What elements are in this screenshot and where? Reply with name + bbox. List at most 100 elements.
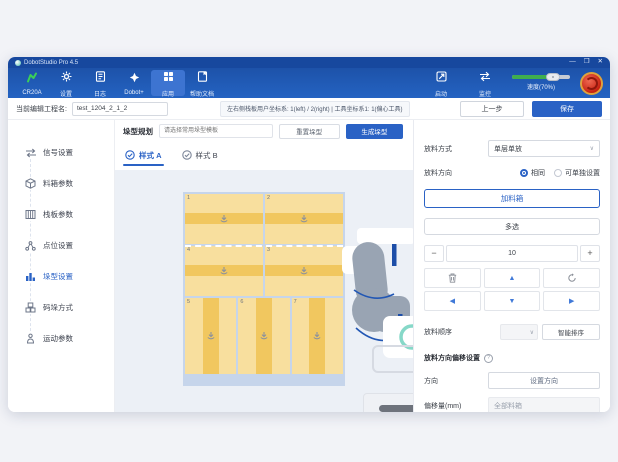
stepper-plus-button[interactable]: + bbox=[580, 245, 600, 262]
place-arrow-icon bbox=[313, 332, 321, 340]
place-method-select[interactable]: 单层单放 ∨ bbox=[488, 140, 600, 157]
nav-item-help-docs[interactable]: 帮助文档 bbox=[185, 68, 219, 98]
nav-item-apps[interactable]: 应用 bbox=[151, 69, 185, 98]
radio-same-direction[interactable]: 相同 bbox=[520, 168, 545, 178]
help-icon[interactable]: ? bbox=[484, 353, 493, 363]
layout-editor: 垛型规划 重置垛型 生成垛型 样式 A 样式 B bbox=[115, 120, 413, 412]
pallet-box[interactable]: 3 bbox=[265, 246, 343, 296]
conveyor-belt bbox=[379, 405, 413, 412]
offset-amount-label: 偏移量(mm) bbox=[424, 402, 462, 410]
chevron-down-icon: ∨ bbox=[589, 146, 594, 152]
app-window: DobotStudio Pro 4.5 — ❐ ✕ CR20A 设置 日志 Do… bbox=[8, 57, 610, 412]
sidebar-item-motion-params[interactable]: 运动参数 bbox=[8, 323, 114, 354]
nav-item-dobot-plus[interactable]: Dobot+ bbox=[117, 68, 151, 98]
speed-control: 速度(70%) bbox=[512, 73, 570, 91]
nav-item-settings[interactable]: 设置 bbox=[49, 68, 83, 98]
sidebar-item-pallet-params[interactable]: 栈板参数 bbox=[8, 199, 114, 230]
window-title: DobotStudio Pro 4.5 bbox=[24, 59, 79, 66]
pattern-plan-label: 垛型规划 bbox=[123, 126, 153, 136]
nav-monitor-button[interactable]: 监控 bbox=[468, 69, 502, 98]
nav-start-button[interactable]: 启动 bbox=[424, 69, 458, 98]
step-sidebar: 信号设置 料箱参数 栈板参数 点位设置 垛型设置 码垛方式 运动参数 bbox=[8, 120, 115, 412]
waypoints-icon bbox=[24, 239, 37, 252]
radio-dot-icon bbox=[520, 169, 528, 177]
sidebar-item-stack-pattern[interactable]: 垛型设置 bbox=[8, 261, 114, 292]
close-button[interactable]: ✕ bbox=[598, 59, 603, 66]
reset-pattern-button[interactable]: 重置垛型 bbox=[278, 123, 340, 139]
stepper-value[interactable]: 10 bbox=[446, 245, 578, 262]
place-arrow-icon bbox=[300, 267, 308, 275]
robot-arm-illustration bbox=[342, 228, 413, 373]
move-right-button[interactable]: ▶ bbox=[543, 291, 600, 311]
pallet-box[interactable]: 6 bbox=[238, 298, 290, 374]
tab-style-a[interactable]: 样式 A bbox=[123, 142, 163, 168]
apps-grid-icon bbox=[163, 69, 174, 87]
offset-target-field: 全部料箱 bbox=[488, 397, 600, 412]
emergency-stop-button[interactable] bbox=[580, 71, 603, 95]
check-circle-icon bbox=[125, 150, 135, 160]
place-direction-label: 放料方向 bbox=[424, 170, 452, 177]
settings-panel: 放料方式 单层单放 ∨ 放料方向 相同 可单独设置 加料箱 多选 − 10 + … bbox=[413, 120, 610, 412]
place-arrow-icon bbox=[260, 332, 268, 340]
project-name-label: 当前编辑工程名: bbox=[16, 105, 67, 113]
pallet-box[interactable]: 4 bbox=[185, 246, 263, 296]
gear-icon bbox=[61, 69, 72, 87]
bar-stack-icon bbox=[24, 270, 37, 283]
move-down-button[interactable]: ▼ bbox=[483, 291, 541, 311]
delete-button[interactable] bbox=[424, 268, 481, 288]
restore-button[interactable]: ❐ bbox=[584, 59, 590, 66]
rotate-button[interactable] bbox=[543, 268, 600, 288]
stacked-boxes-icon bbox=[24, 301, 37, 314]
pattern-plan-row: 垛型规划 重置垛型 生成垛型 bbox=[115, 120, 413, 142]
nav-robot-model[interactable]: CR20A bbox=[15, 68, 49, 98]
previous-step-button[interactable]: 上一步 bbox=[460, 100, 524, 117]
robot-arm-icon bbox=[26, 70, 38, 88]
pallet-box[interactable]: 5 bbox=[185, 298, 237, 374]
place-arrow-icon bbox=[220, 215, 228, 223]
check-circle-icon bbox=[181, 150, 192, 160]
project-name-input[interactable] bbox=[71, 101, 168, 116]
generate-pattern-button[interactable]: 生成垛型 bbox=[345, 123, 403, 139]
sidebar-item-box-params[interactable]: 料箱参数 bbox=[8, 168, 114, 199]
place-order-label: 放料顺序 bbox=[424, 329, 452, 336]
log-document-icon bbox=[95, 69, 106, 87]
add-box-button[interactable]: 加料箱 bbox=[424, 189, 600, 208]
move-up-button[interactable]: ▲ bbox=[483, 268, 541, 288]
set-direction-button[interactable]: 设置方向 bbox=[488, 372, 600, 389]
order-select-disabled[interactable]: ∨ bbox=[500, 324, 538, 340]
title-bar: DobotStudio Pro 4.5 — ❐ ✕ bbox=[8, 57, 610, 68]
radio-individual-direction[interactable]: 可单独设置 bbox=[554, 168, 600, 178]
coordinate-info: 左右侧栈板用户坐标系: 1(left) / 2(right) | 工具坐标系1:… bbox=[219, 100, 410, 117]
pallet-canvas: 1 2 4 3 5 6 7 bbox=[115, 170, 413, 412]
help-document-icon bbox=[197, 69, 208, 87]
pattern-template-input[interactable] bbox=[159, 124, 273, 138]
speed-slider[interactable] bbox=[512, 73, 570, 81]
nav-item-log[interactable]: 日志 bbox=[83, 68, 117, 98]
tab-style-b[interactable]: 样式 B bbox=[181, 142, 218, 168]
speed-slider-handle[interactable] bbox=[545, 73, 560, 81]
save-button[interactable]: 保存 bbox=[532, 100, 602, 117]
pallet-box[interactable]: 1 bbox=[185, 194, 263, 244]
dobot-plus-icon bbox=[129, 70, 140, 88]
pallet-box[interactable]: 2 bbox=[265, 194, 343, 244]
sidebar-item-signal-settings[interactable]: 信号设置 bbox=[8, 137, 114, 168]
main-nav: CR20A 设置 日志 Dobot+ 应用 帮助文档 启动 监控 速度(70%) bbox=[8, 68, 610, 98]
style-tabs: 样式 A 样式 B bbox=[115, 142, 413, 168]
place-arrow-icon bbox=[300, 215, 308, 223]
signal-arrows-icon bbox=[24, 146, 37, 159]
stepper-minus-button[interactable]: − bbox=[424, 245, 444, 262]
sidebar-item-stacking-method[interactable]: 码垛方式 bbox=[8, 292, 114, 323]
place-arrow-icon bbox=[207, 332, 215, 340]
start-icon bbox=[435, 69, 447, 87]
minimize-button[interactable]: — bbox=[569, 59, 576, 66]
smart-sort-button[interactable]: 智能排序 bbox=[542, 324, 600, 340]
multi-select-button[interactable]: 多选 bbox=[424, 218, 600, 235]
sidebar-item-point-settings[interactable]: 点位设置 bbox=[8, 230, 114, 261]
direction-label: 方向 bbox=[424, 377, 438, 385]
pallet-icon bbox=[24, 208, 37, 221]
project-toolbar: 当前编辑工程名: 左右侧栈板用户坐标系: 1(left) / 2(right) … bbox=[8, 98, 610, 120]
pallet-box[interactable]: 7 bbox=[291, 298, 343, 374]
offset-section-header: 放料方向偏移设置 ? bbox=[424, 353, 600, 363]
move-left-button[interactable]: ◀ bbox=[424, 291, 481, 311]
nav-robot-model-label: CR20A bbox=[22, 90, 42, 96]
